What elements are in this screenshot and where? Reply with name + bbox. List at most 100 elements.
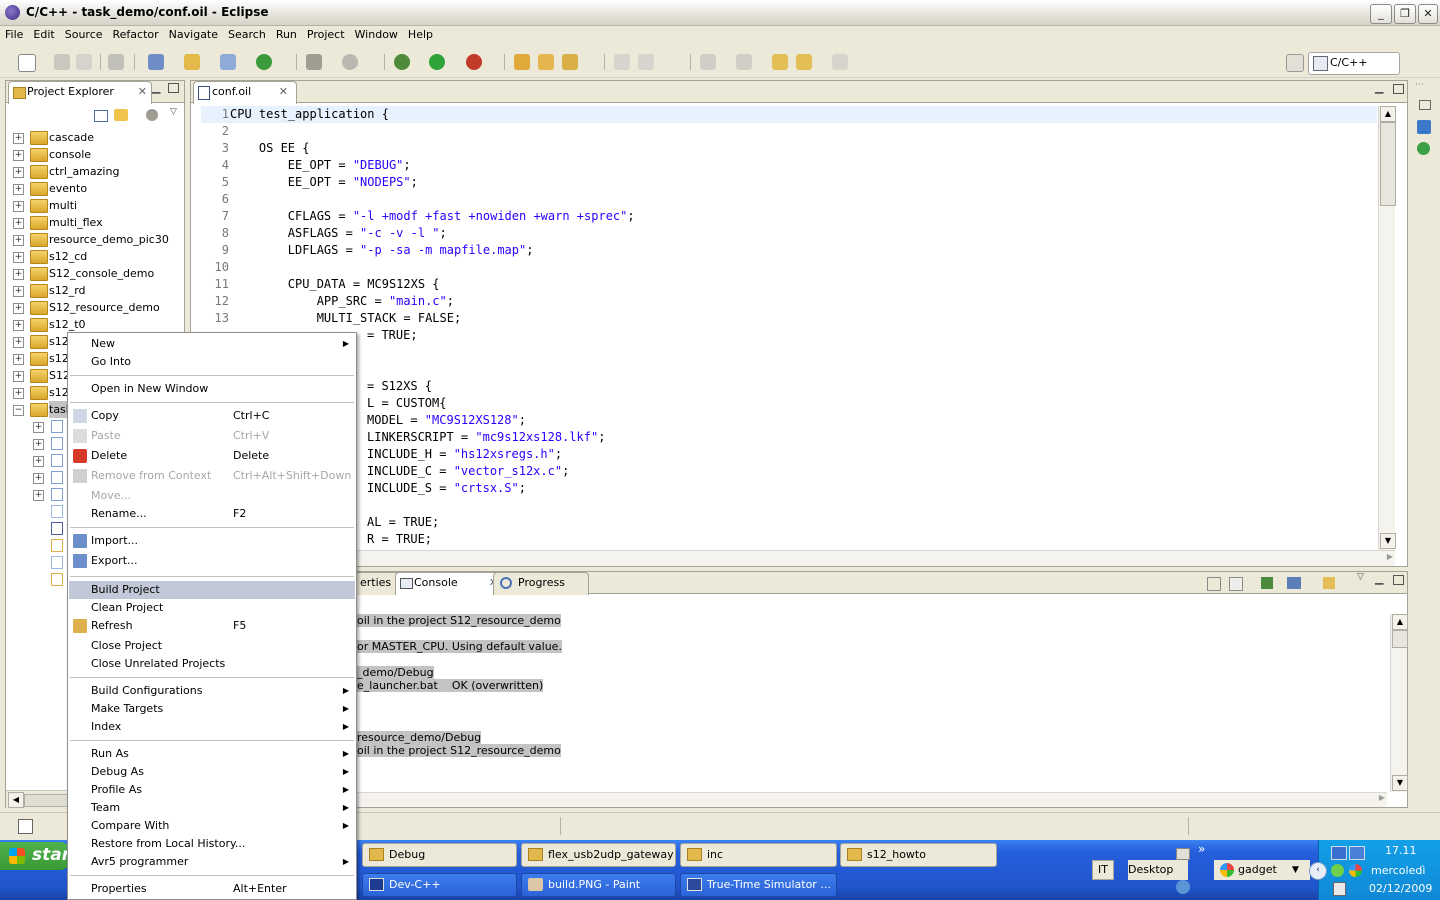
- save-icon[interactable]: [54, 54, 70, 70]
- task-debug[interactable]: Debug: [362, 843, 517, 867]
- expand-icon[interactable]: +: [13, 269, 24, 280]
- menu-item-make-targets[interactable]: Make Targets ▶: [69, 700, 355, 718]
- expand-icon[interactable]: +: [13, 133, 24, 144]
- menu-window[interactable]: Window: [350, 26, 403, 44]
- scroll-thumb[interactable]: [24, 794, 70, 807]
- project-item[interactable]: + s12_rd: [6, 282, 184, 299]
- tab-conf-oil[interactable]: conf.oil ✕: [193, 81, 297, 104]
- project-item[interactable]: + S12_console_demo: [6, 265, 184, 282]
- chevron-down-icon[interactable]: ▼: [1292, 860, 1299, 880]
- menu-search[interactable]: Search: [223, 26, 271, 44]
- menu-file[interactable]: File: [0, 26, 28, 44]
- console-hscrollbar[interactable]: ▶: [191, 792, 1387, 807]
- project-item[interactable]: + console: [6, 146, 184, 163]
- fast-view-icon[interactable]: [18, 819, 33, 834]
- expand-icon[interactable]: +: [33, 422, 44, 433]
- menu-item-close-project[interactable]: Close Project: [69, 637, 355, 655]
- task-s12-howto[interactable]: s12_howto: [840, 843, 997, 867]
- scroll-right-icon[interactable]: ▶: [1379, 793, 1385, 802]
- link-editor-icon[interactable]: [114, 109, 128, 121]
- restore-icon[interactable]: [1419, 100, 1431, 110]
- messenger-icon[interactable]: [1349, 864, 1362, 877]
- close-tab-icon[interactable]: ✕: [138, 82, 147, 102]
- menu-item-index[interactable]: Index ▶: [69, 718, 355, 736]
- menu-run[interactable]: Run: [271, 26, 302, 44]
- hammer-icon[interactable]: [306, 54, 322, 70]
- menu-item-close-unrelated-projects[interactable]: Close Unrelated Projects: [69, 655, 355, 673]
- quick-launch-icon[interactable]: [1176, 848, 1190, 860]
- scroll-up-icon[interactable]: ▲: [1392, 614, 1408, 630]
- network-status-icon[interactable]: [1349, 846, 1365, 860]
- menu-item-export[interactable]: Export...: [69, 552, 355, 570]
- expand-icon[interactable]: +: [13, 354, 24, 365]
- minimize-button[interactable]: _: [1370, 4, 1392, 24]
- clipboard-icon[interactable]: [1333, 882, 1346, 896]
- display-console-icon[interactable]: [1287, 577, 1301, 589]
- menu-item-import[interactable]: Import...: [69, 532, 355, 550]
- task-true-time-simulator[interactable]: True-Time Simulator ...: [680, 873, 837, 897]
- save-all-icon[interactable]: [76, 54, 92, 70]
- menu-item-run-as[interactable]: Run As ▶: [69, 745, 355, 763]
- minimize-view-icon[interactable]: ▁: [1375, 572, 1383, 585]
- project-item[interactable]: + cascade: [6, 129, 184, 146]
- expand-icon[interactable]: +: [33, 439, 44, 450]
- scroll-down-icon[interactable]: ▼: [1392, 775, 1408, 791]
- open-type-icon[interactable]: [514, 54, 530, 70]
- tab-project-explorer[interactable]: Project Explorer ✕: [8, 81, 152, 104]
- expand-icon[interactable]: +: [13, 371, 24, 382]
- external-tools-icon[interactable]: [466, 54, 482, 70]
- menu-item-avr5-programmer[interactable]: Avr5 programmer ▶: [69, 853, 355, 871]
- menu-item-delete[interactable]: Delete Delete: [69, 447, 355, 465]
- expand-icon[interactable]: +: [13, 184, 24, 195]
- expand-icon[interactable]: +: [13, 337, 24, 348]
- menu-item-copy[interactable]: Copy Ctrl+C: [69, 407, 355, 425]
- menu-item-new[interactable]: New ▶: [69, 335, 355, 353]
- view-menu-icon[interactable]: ▽: [170, 107, 177, 117]
- menu-item-rename[interactable]: Rename... F2: [69, 505, 355, 523]
- project-item[interactable]: + multi: [6, 197, 184, 214]
- close-button[interactable]: ✕: [1418, 4, 1438, 24]
- task-dev-cpp[interactable]: Dev-C++: [362, 873, 517, 897]
- new-project-icon[interactable]: [148, 54, 164, 70]
- console-vscrollbar[interactable]: ▲ ▼: [1390, 614, 1408, 792]
- scroll-thumb[interactable]: [1392, 630, 1408, 648]
- open-perspective-icon[interactable]: [1286, 54, 1304, 72]
- back-icon[interactable]: [796, 54, 812, 70]
- menu-item-build-configurations[interactable]: Build Configurations ▶: [69, 682, 355, 700]
- menu-item-team[interactable]: Team ▶: [69, 799, 355, 817]
- expand-icon[interactable]: +: [33, 490, 44, 501]
- search-toolbar-icon[interactable]: [562, 54, 578, 70]
- view-menu-icon[interactable]: ▽: [1357, 572, 1364, 582]
- minimize-view-icon[interactable]: ▁: [152, 81, 160, 94]
- clear-console-icon[interactable]: [1229, 577, 1243, 591]
- task-paint[interactable]: build.PNG - Paint: [521, 873, 676, 897]
- menu-edit[interactable]: Edit: [28, 26, 59, 44]
- code-area[interactable]: 1 CPU test_application {2 3 OS EE {4 EE_OP…: [201, 106, 1377, 550]
- collapse-icon[interactable]: −: [13, 405, 24, 416]
- maximize-view-icon[interactable]: [1393, 575, 1404, 585]
- maximize-view-icon[interactable]: [168, 83, 179, 93]
- open-console-icon[interactable]: [1261, 577, 1273, 589]
- last-edit-icon[interactable]: [772, 54, 788, 70]
- new-console-icon[interactable]: [1323, 577, 1335, 589]
- pin-console-icon[interactable]: [1207, 577, 1221, 591]
- expand-icon[interactable]: +: [13, 150, 24, 161]
- project-item[interactable]: + s12_cd: [6, 248, 184, 265]
- task-inc[interactable]: inc: [680, 843, 837, 867]
- menu-item-build-project[interactable]: Build Project: [69, 581, 355, 599]
- show-whitespace-icon[interactable]: [638, 54, 654, 70]
- collapse-all-icon[interactable]: [94, 110, 108, 122]
- maximize-editor-icon[interactable]: [1393, 84, 1404, 94]
- expand-icon[interactable]: +: [13, 167, 24, 178]
- new-icon[interactable]: [18, 54, 36, 72]
- expand-icon[interactable]: +: [13, 201, 24, 212]
- show-hidden-icons[interactable]: ‹: [1309, 862, 1327, 880]
- expand-icon[interactable]: +: [33, 456, 44, 467]
- expand-icon[interactable]: +: [13, 252, 24, 263]
- debug-icon[interactable]: [394, 54, 410, 70]
- project-item[interactable]: + ctrl_amazing: [6, 163, 184, 180]
- expand-icon[interactable]: +: [13, 320, 24, 331]
- menu-item-move[interactable]: Move...: [69, 487, 355, 505]
- project-item[interactable]: + S12_resource_demo: [6, 299, 184, 316]
- expand-icon[interactable]: +: [13, 218, 24, 229]
